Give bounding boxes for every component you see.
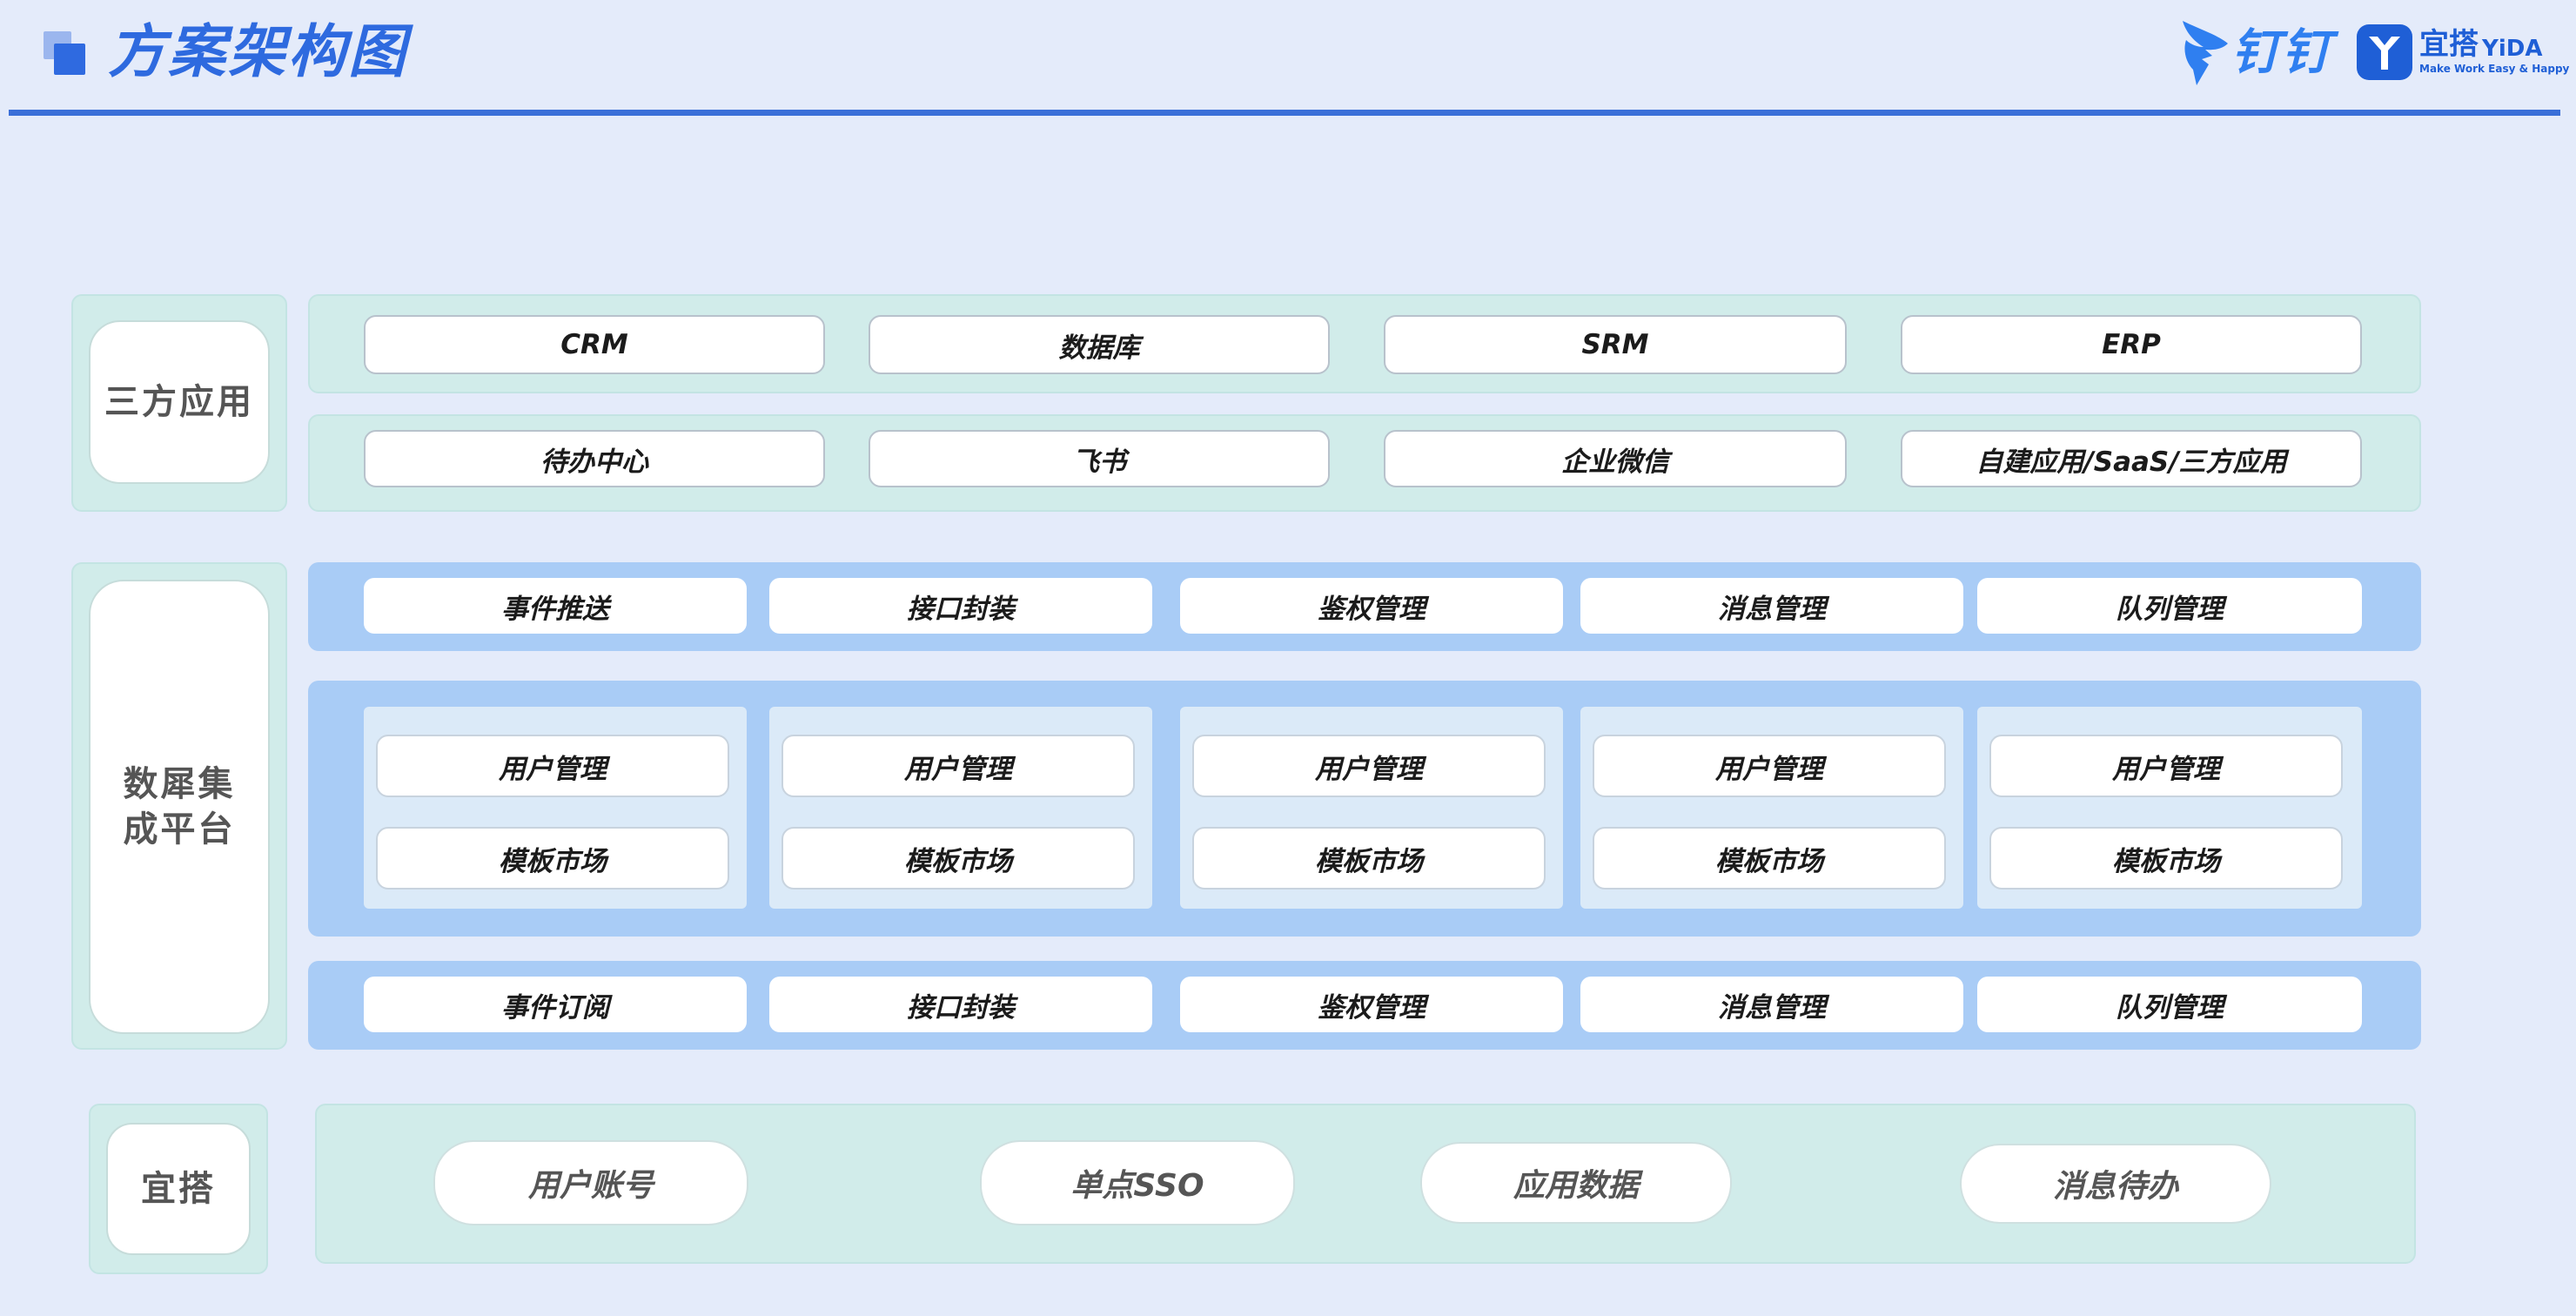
user-manage-3: 用户管理 [1192,735,1546,797]
yida-user-account: 用户账号 [433,1140,748,1225]
app-database: 数据库 [869,315,1330,374]
brand-yida-cn: 宜搭 [2419,27,2479,62]
yida-logo-icon [2357,24,2412,80]
auth-manage-top: 鉴权管理 [1180,578,1563,634]
third-party-label: 三方应用 [89,320,270,484]
yida-app-data: 应用数据 [1420,1142,1732,1224]
integration-label: 数犀集 成平台 [89,580,270,1034]
template-market-5: 模板市场 [1989,827,2343,890]
header-rule [9,110,2560,116]
app-crm: CRM [364,315,825,374]
queue-manage-top: 队列管理 [1977,578,2362,634]
title-square-front [54,44,85,75]
template-market-3: 模板市场 [1192,827,1546,890]
message-manage-bottom: 消息管理 [1580,977,1963,1032]
app-erp: ERP [1901,315,2362,374]
auth-manage-bottom: 鉴权管理 [1180,977,1563,1032]
dingtalk-logo-icon [2183,21,2228,85]
app-todo-center: 待办中心 [364,430,825,487]
template-market-4: 模板市场 [1593,827,1946,890]
app-custom-saas: 自建应用/SaaS/三方应用 [1901,430,2362,487]
integration-label-line-2: 成平台 [123,809,236,849]
app-wecom: 企业微信 [1384,430,1847,487]
event-subscribe: 事件订阅 [364,977,747,1032]
yida-label: 宜搭 [106,1123,251,1255]
app-feishu: 飞书 [869,430,1330,487]
queue-manage-bottom: 队列管理 [1977,977,2362,1032]
api-wrap-top: 接口封装 [769,578,1152,634]
template-market-2: 模板市场 [782,827,1135,890]
message-manage-top: 消息管理 [1580,578,1963,634]
api-wrap-bottom: 接口封装 [769,977,1152,1032]
brand-dingtalk: 钉钉 [2231,24,2332,81]
event-push: 事件推送 [364,578,747,634]
template-market-1: 模板市场 [376,827,729,890]
brand-yida-en: YiDA [2482,36,2543,62]
yida-message-todo: 消息待办 [1960,1144,2271,1224]
user-manage-2: 用户管理 [782,735,1135,797]
user-manage-1: 用户管理 [376,735,729,797]
brand-yida-slogan: Make Work Easy & Happy [2419,63,2570,75]
yida-sso: 单点SSO [980,1140,1295,1225]
app-srm: SRM [1384,315,1847,374]
page-title: 方案架构图 [108,18,408,85]
user-manage-4: 用户管理 [1593,735,1946,797]
integration-label-line-1: 数犀集 [123,764,236,804]
user-manage-5: 用户管理 [1989,735,2343,797]
